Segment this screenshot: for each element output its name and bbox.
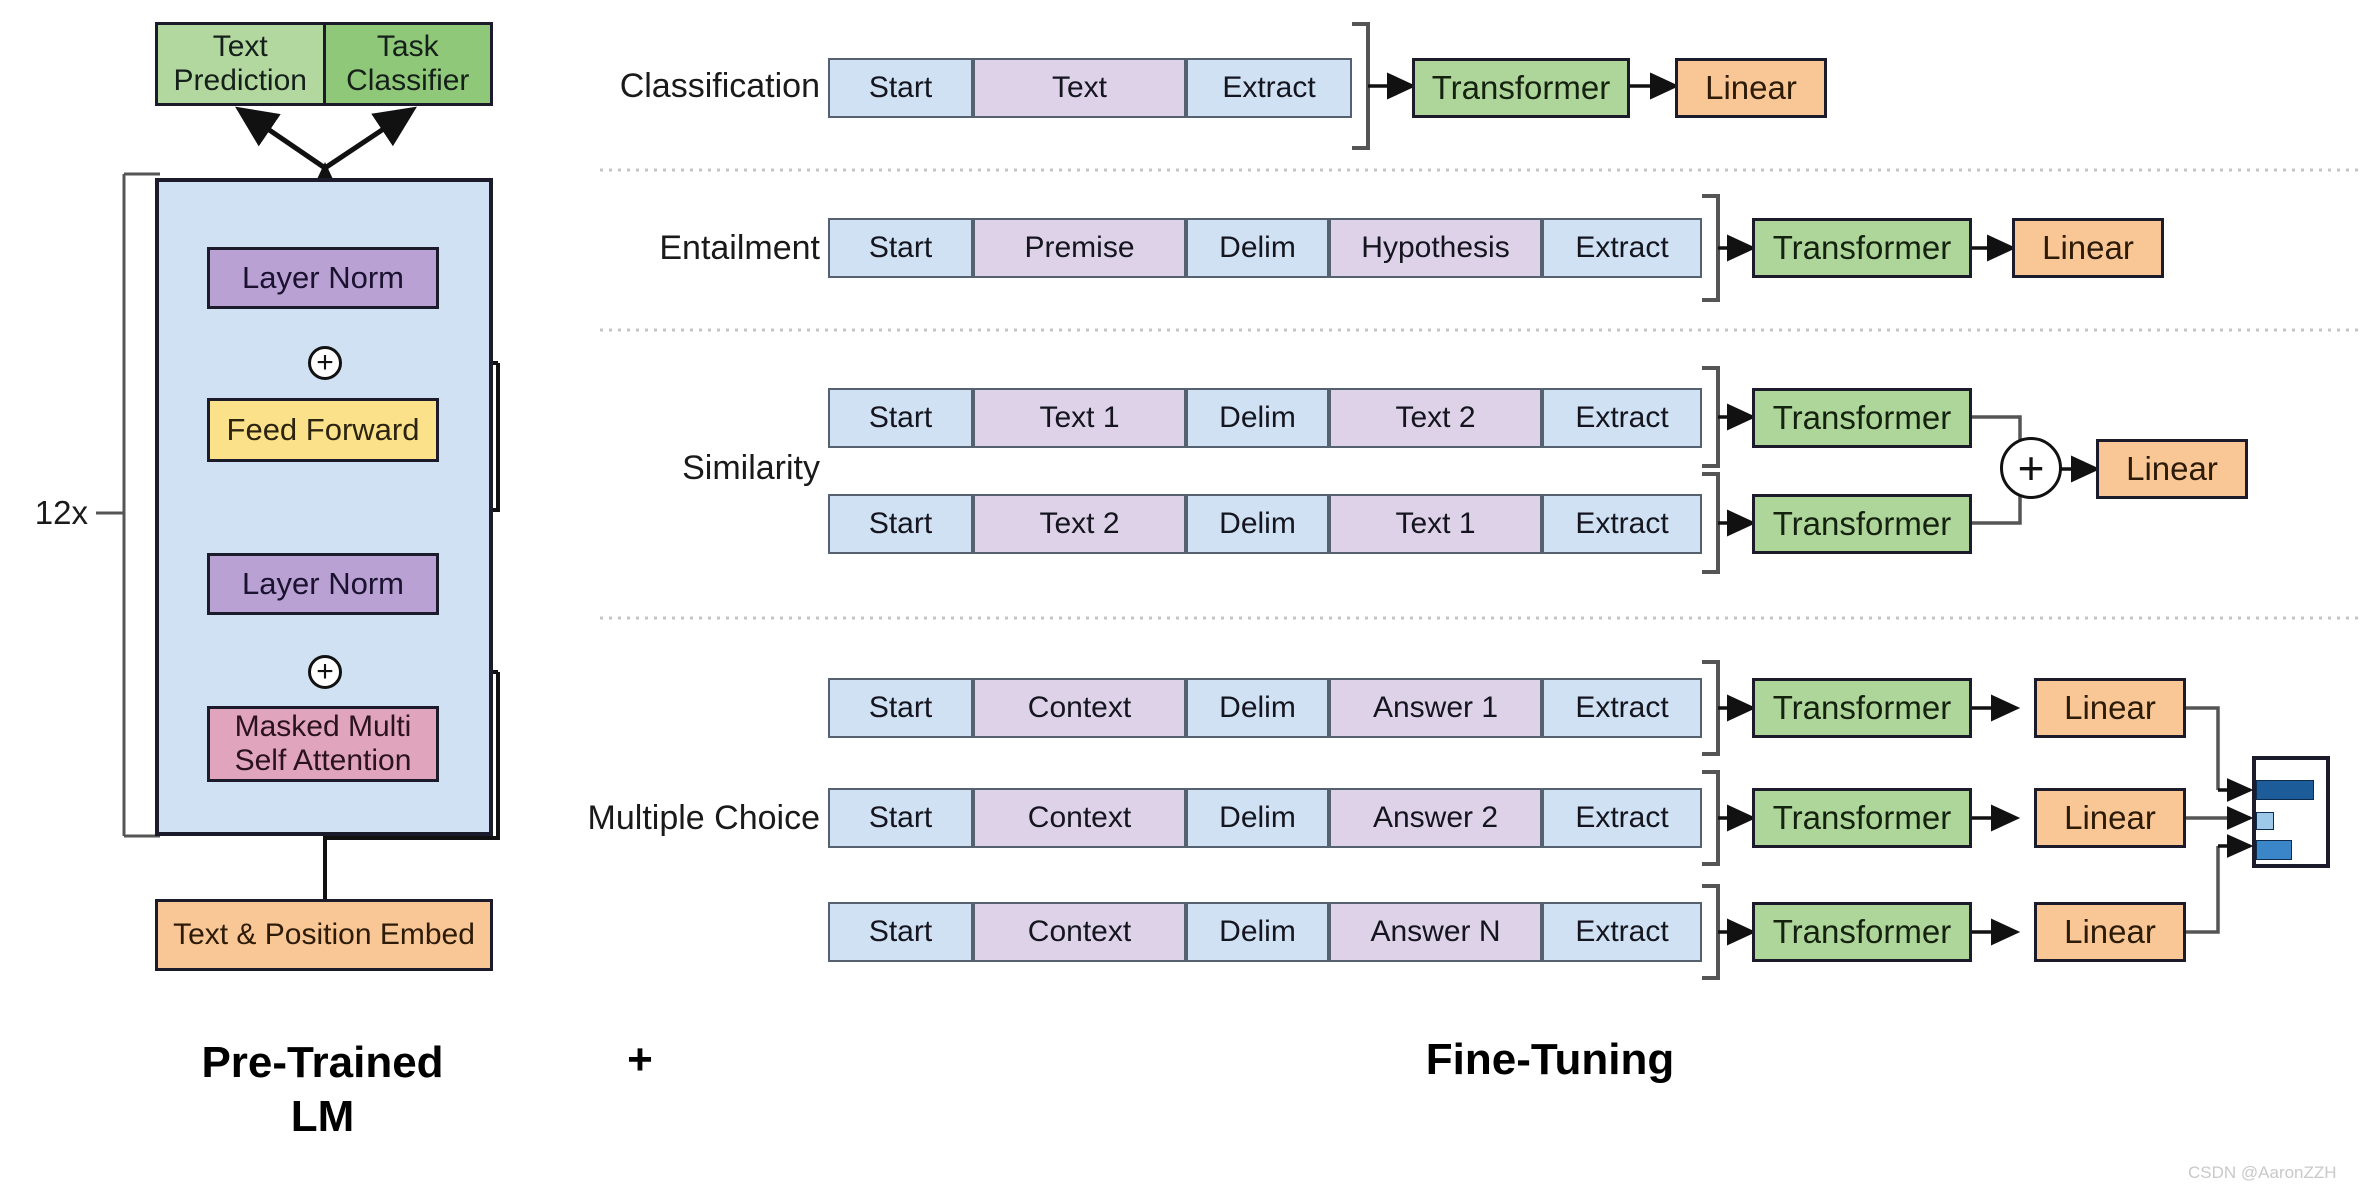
task-label-similarity: Similarity (682, 448, 820, 487)
segment-start: Start (828, 218, 973, 278)
transformer-block-entailment: Transformer (1752, 218, 1972, 278)
segment-delim: Delim (1186, 218, 1329, 278)
transformer-block-similarity-a: Transformer (1752, 388, 1972, 448)
segment-context: Context (973, 902, 1186, 962)
caption-plus: + (627, 1035, 653, 1085)
watermark-text: CSDN @AaronZZH (2188, 1163, 2337, 1182)
segment-delim: Delim (1186, 678, 1329, 738)
segment-answer-1: Answer 1 (1329, 678, 1542, 738)
text-position-embed-block: Text & Position Embed (155, 899, 493, 971)
linear-block-choice-2: Linear (2034, 788, 2186, 848)
task-label-multiple-choice: Multiple Choice (587, 798, 820, 837)
segment-extract: Extract (1186, 58, 1352, 118)
residual-add-lower: + (308, 655, 342, 689)
segment-extract: Extract (1542, 902, 1702, 962)
transformer-block-choice-n: Transformer (1752, 902, 1972, 962)
segment-start: Start (828, 678, 973, 738)
transformer-block-similarity-b: Transformer (1752, 494, 1972, 554)
task-classifier-head: Task Classifier (325, 25, 490, 103)
segment-premise: Premise (973, 218, 1186, 278)
segment-text-1: Text 1 (973, 388, 1186, 448)
linear-block-similarity: Linear (2096, 439, 2248, 499)
repeat-count-label: 12x (34, 494, 88, 531)
segment-hypothesis: Hypothesis (1329, 218, 1542, 278)
segment-start: Start (828, 788, 973, 848)
softmax-bar-1 (2256, 780, 2314, 800)
caption-fine-tuning: Fine-Tuning (1425, 1035, 1675, 1085)
segment-delim: Delim (1186, 788, 1329, 848)
linear-block-choice-1: Linear (2034, 678, 2186, 738)
segment-extract: Extract (1542, 678, 1702, 738)
linear-block-choice-n: Linear (2034, 902, 2186, 962)
segment-text-1: Text 1 (1329, 494, 1542, 554)
segment-text-2: Text 2 (973, 494, 1186, 554)
segment-start: Start (828, 58, 973, 118)
segment-context: Context (973, 678, 1186, 738)
segment-extract: Extract (1542, 388, 1702, 448)
layer-norm-bottom-block: Layer Norm (207, 553, 439, 615)
segment-answer-2: Answer 2 (1329, 788, 1542, 848)
text-prediction-head: Text Prediction (158, 25, 326, 103)
task-label-entailment: Entailment (659, 228, 820, 267)
linear-block-entailment: Linear (2012, 218, 2164, 278)
segment-delim: Delim (1186, 902, 1329, 962)
segment-extract: Extract (1542, 494, 1702, 554)
lm-output-heads: Text Prediction Task Classifier (155, 22, 493, 106)
task-label-classification: Classification (619, 66, 820, 105)
segment-extract: Extract (1542, 218, 1702, 278)
caption-pre-trained-lm: Pre-Trained LM (201, 1038, 444, 1141)
segment-delim: Delim (1186, 494, 1329, 554)
transformer-block-choice-2: Transformer (1752, 788, 1972, 848)
masked-multi-self-attention-block: Masked Multi Self Attention (207, 706, 439, 782)
figure-canvas: Text Prediction Task Classifier 12x Laye… (0, 0, 2373, 1195)
segment-start: Start (828, 494, 973, 554)
softmax-distribution-box (2252, 756, 2330, 868)
transformer-block-choice-1: Transformer (1752, 678, 1972, 738)
segment-delim: Delim (1186, 388, 1329, 448)
segment-start: Start (828, 902, 973, 962)
segment-text-2: Text 2 (1329, 388, 1542, 448)
layer-norm-top-block: Layer Norm (207, 247, 439, 309)
segment-extract: Extract (1542, 788, 1702, 848)
segment-answer-n: Answer N (1329, 902, 1542, 962)
feed-forward-block: Feed Forward (207, 398, 439, 462)
linear-block-classification: Linear (1675, 58, 1827, 118)
similarity-sum-circle: + (2000, 437, 2062, 499)
transformer-block-classification: Transformer (1412, 58, 1630, 118)
segment-start: Start (828, 388, 973, 448)
softmax-bar-2 (2256, 812, 2274, 830)
softmax-bar-3 (2256, 840, 2292, 860)
segment-context: Context (973, 788, 1186, 848)
residual-add-upper: + (308, 346, 342, 380)
segment-text: Text (973, 58, 1186, 118)
